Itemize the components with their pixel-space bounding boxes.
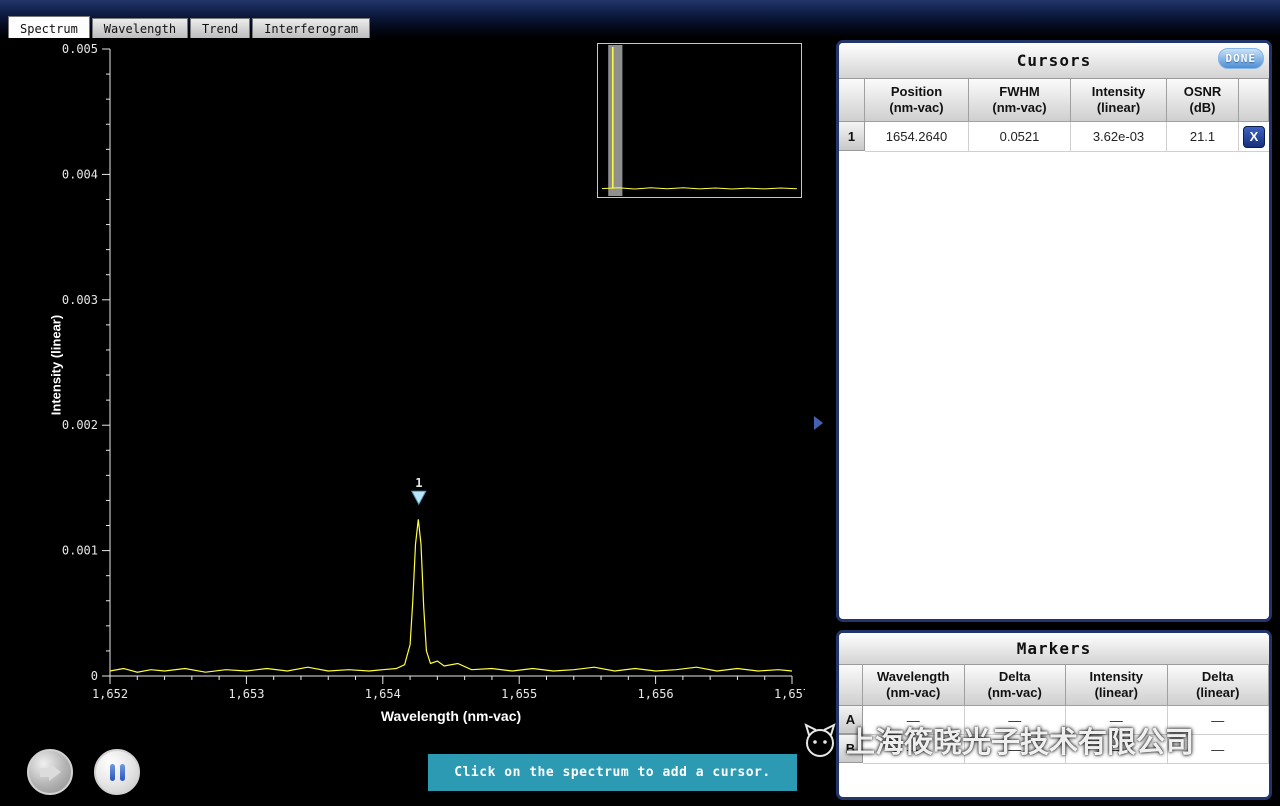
- marker-b-delta-linear: —: [1168, 735, 1270, 764]
- marker-a-delta-linear: —: [1168, 706, 1270, 735]
- cursor-row-number: 1: [838, 121, 865, 151]
- cursor-position-value: 1654.2640: [865, 122, 969, 152]
- svg-text:1,654: 1,654: [365, 687, 401, 700]
- svg-text:1,652: 1,652: [92, 687, 128, 700]
- cursors-header-blank: [838, 78, 865, 122]
- status-message: Click on the spectrum to add a cursor.: [454, 765, 770, 780]
- cursor-delete-button[interactable]: X: [1243, 126, 1265, 148]
- play-icon: [40, 763, 61, 781]
- cursors-table-header: Position (nm-vac) FWHM (nm-vac) Intensit…: [839, 79, 1269, 122]
- cursors-header-fwhm: FWHM (nm-vac): [968, 78, 1071, 122]
- markers-header-wavelength: Wavelength (nm-vac): [862, 664, 965, 706]
- cursor-fwhm-value: 0.0521: [969, 122, 1071, 152]
- svg-text:0.001: 0.001: [62, 544, 98, 558]
- marker-b-label: B: [838, 734, 863, 763]
- cursor-osnr-value: 21.1: [1167, 122, 1239, 152]
- markers-header-delta-nm: Delta (nm-vac): [964, 664, 1067, 706]
- tab-trend[interactable]: Trend: [190, 18, 250, 38]
- cursors-title: Cursors: [1017, 51, 1091, 70]
- top-bar: Spectrum Wavelength Trend Interferogram: [0, 0, 1280, 38]
- svg-text:1,655: 1,655: [501, 687, 537, 700]
- tab-spectrum[interactable]: Spectrum: [8, 16, 90, 38]
- y-axis-label: Intensity (linear): [49, 315, 64, 415]
- cursor-delete-cell: X: [1239, 122, 1269, 152]
- pause-icon: [110, 764, 125, 781]
- cursors-panel: Cursors DONE Position (nm-vac) FWHM (nm-…: [836, 40, 1272, 622]
- markers-header-delta-linear: Delta (linear): [1167, 664, 1270, 706]
- cursor-intensity-value: 3.62e-03: [1071, 122, 1167, 152]
- overview-inset-plot: [598, 44, 801, 197]
- cursors-header-osnr: OSNR (dB): [1166, 78, 1239, 122]
- cursors-header-delete: [1238, 78, 1269, 122]
- svg-text:0.004: 0.004: [62, 167, 98, 181]
- cursor-row: 1 1654.2640 0.0521 3.62e-03 21.1 X: [839, 122, 1269, 152]
- svg-text:1,653: 1,653: [228, 687, 264, 700]
- marker-b-delta-nm: —: [965, 735, 1067, 764]
- svg-text:1,657: 1,657: [774, 687, 805, 700]
- markers-header-intensity: Intensity (linear): [1065, 664, 1168, 706]
- tab-wavelength[interactable]: Wavelength: [92, 18, 188, 38]
- marker-a-intensity: —: [1066, 706, 1168, 735]
- application-window: Spectrum Wavelength Trend Interferogram …: [0, 0, 1280, 806]
- marker-b-intensity: —: [1066, 735, 1168, 764]
- cursors-panel-header: Cursors DONE: [839, 43, 1269, 79]
- markers-title: Markers: [1017, 639, 1091, 658]
- tab-bar: Spectrum Wavelength Trend Interferogram: [8, 16, 370, 38]
- overview-inset[interactable]: [597, 43, 802, 198]
- svg-text:0.003: 0.003: [62, 293, 98, 307]
- marker-row-a: A — — — —: [839, 706, 1269, 735]
- play-button[interactable]: [27, 749, 73, 795]
- marker-a-wavelength: —: [863, 706, 965, 735]
- pause-button[interactable]: [94, 749, 140, 795]
- marker-row-b: B — — — —: [839, 735, 1269, 764]
- marker-a-label: A: [838, 705, 863, 734]
- svg-text:1,656: 1,656: [638, 687, 674, 700]
- svg-text:1: 1: [415, 476, 422, 490]
- markers-header-blank: [838, 664, 863, 706]
- svg-text:0.002: 0.002: [62, 418, 98, 432]
- markers-panel: Markers Wavelength (nm-vac) Delta (nm-va…: [836, 630, 1272, 800]
- svg-text:0: 0: [91, 669, 98, 683]
- spectrum-chart[interactable]: 0 0.001 0.002 0.003 0.004 0.005 1,652 1,653 1,65…: [20, 40, 805, 745]
- cursors-header-position: Position (nm-vac): [864, 78, 969, 122]
- x-axis-label: Wavelength (nm-vac): [110, 708, 792, 724]
- marker-a-delta-nm: —: [965, 706, 1067, 735]
- svg-text:0.005: 0.005: [62, 42, 98, 56]
- markers-panel-header: Markers: [839, 633, 1269, 665]
- panel-expand-arrow[interactable]: [814, 416, 823, 430]
- done-button[interactable]: DONE: [1218, 48, 1265, 69]
- markers-table-header: Wavelength (nm-vac) Delta (nm-vac) Inten…: [839, 665, 1269, 706]
- tab-interferogram[interactable]: Interferogram: [252, 18, 370, 38]
- status-message-bar: Click on the spectrum to add a cursor.: [428, 754, 797, 791]
- marker-b-wavelength: —: [863, 735, 965, 764]
- cursors-header-intensity: Intensity (linear): [1070, 78, 1167, 122]
